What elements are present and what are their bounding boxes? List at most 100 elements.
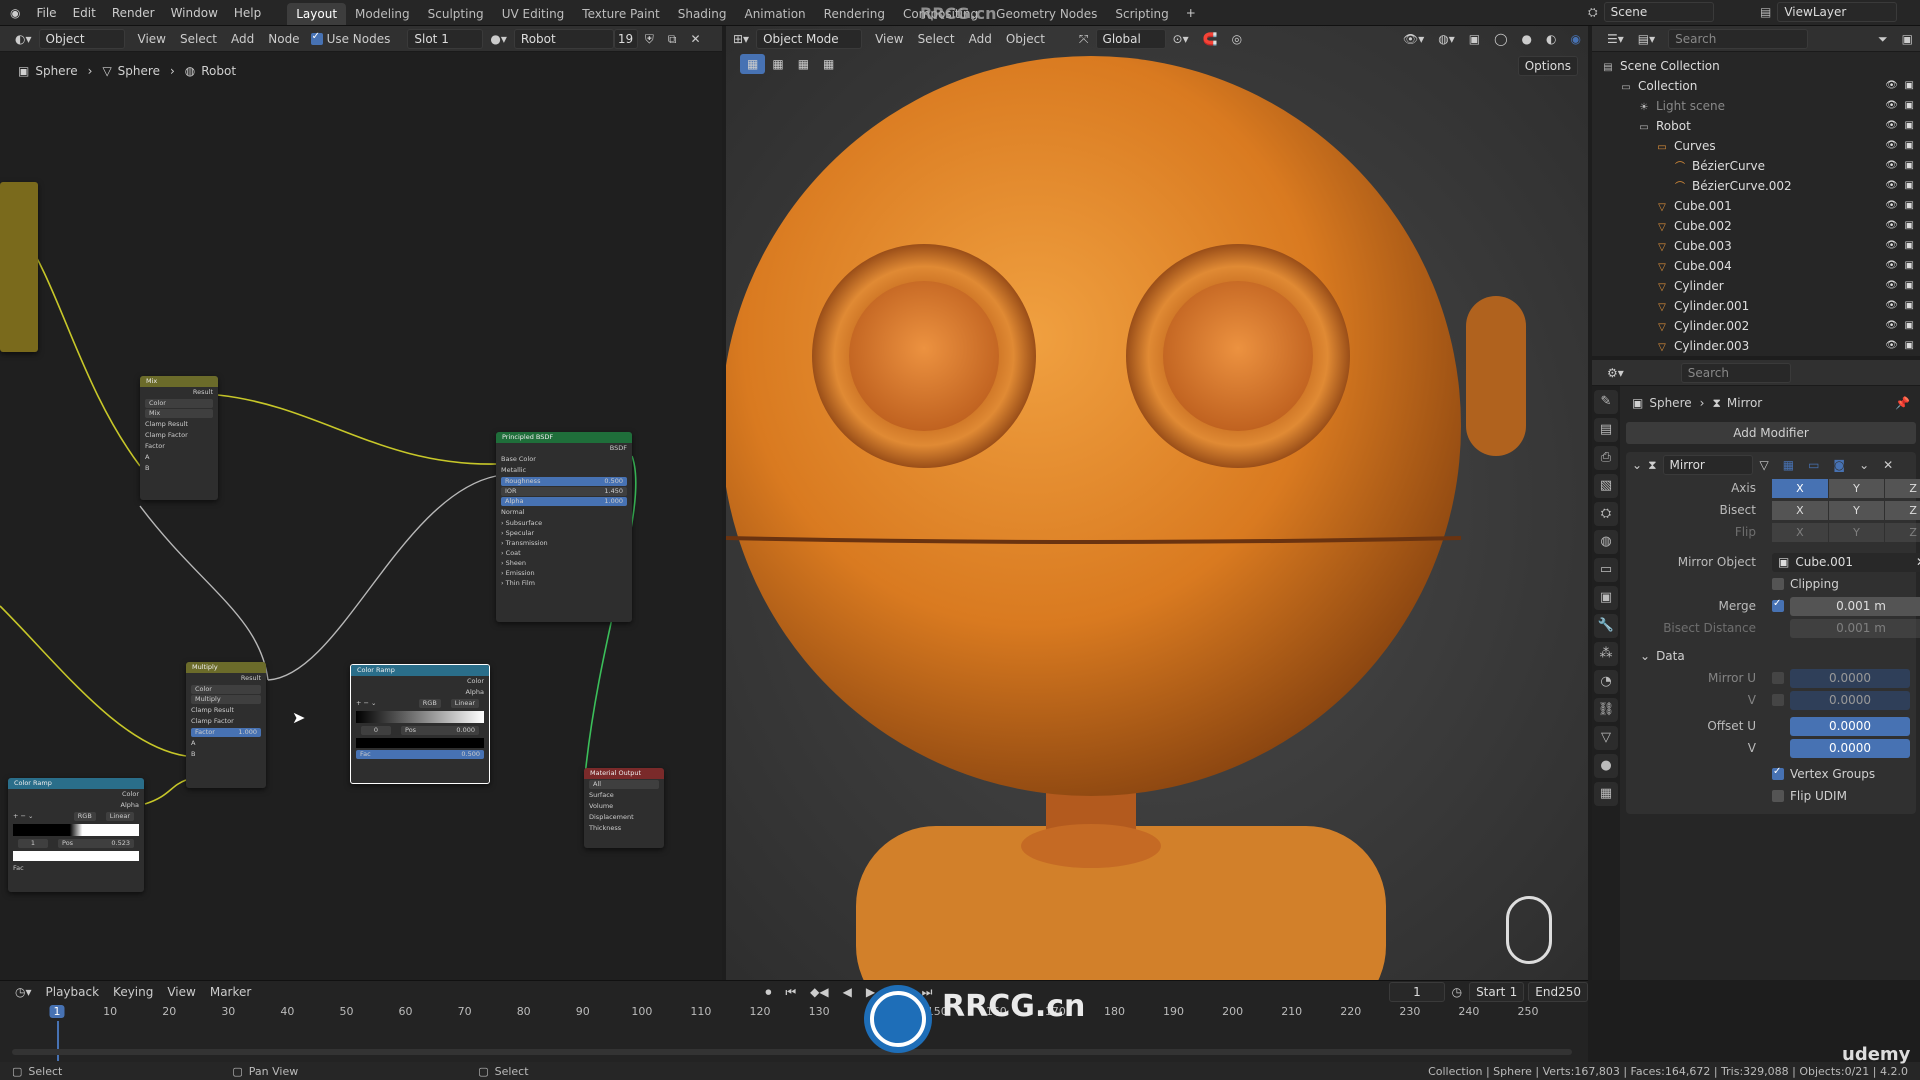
merge-distance-field[interactable]: 0.001 m [1790,597,1920,616]
end-frame-field[interactable]: End 250 [1528,982,1588,1002]
ramp-gradient-bar[interactable] [356,711,484,723]
flip-y-toggle[interactable]: Y [1828,523,1885,542]
add-workspace-icon[interactable]: + [1178,0,1204,26]
render-camera-icon[interactable]: ▣ [1905,336,1914,356]
play-reverse-icon[interactable]: ◀ [836,982,859,1002]
mirror-object-field[interactable]: ▣ Cube.001 ✕ [1772,553,1920,572]
visibility-eye-icon[interactable]: 👁 [1885,336,1898,356]
render-camera-icon[interactable]: ▣ [1905,136,1914,156]
shading-solid-icon[interactable]: ● [1515,29,1539,49]
clear-field-icon[interactable]: ✕ [1916,553,1920,572]
offset-u-field[interactable]: 0.0000 [1790,717,1910,736]
editor-type-icon[interactable]: ◷▾ [8,982,39,1002]
physics-tab-icon[interactable]: ◔ [1594,670,1618,694]
flip-udim-checkbox[interactable] [1772,790,1784,802]
remove-modifier-icon[interactable]: ✕ [1876,455,1900,475]
outliner-row[interactable]: ▽ Cube.003 👁 ▣ [1592,236,1920,256]
scene-tab-icon[interactable]: ⛭ [1594,502,1618,526]
partial-node[interactable] [0,182,38,352]
render-camera-icon[interactable]: ▣ [1905,236,1914,256]
axis-y-toggle[interactable]: Y [1828,479,1885,498]
shading-rendered-icon[interactable]: ◉ [1564,29,1588,49]
viewport-menu-view[interactable]: View [868,29,910,49]
render-camera-icon[interactable]: ▣ [1905,176,1914,196]
menu-render[interactable]: Render [104,0,163,26]
object-mode-dropdown[interactable]: Object Mode [756,29,863,49]
data-tab-icon[interactable]: ▽ [1594,726,1618,750]
select-extend-icon[interactable]: ▦ [765,54,790,74]
auto-key-icon[interactable]: ⏺ [758,982,778,1002]
editor-type-icon[interactable]: ⚙▾ [1600,363,1631,383]
output-tab-icon[interactable]: ⎙ [1594,446,1618,470]
outliner-row[interactable]: ▽ Cube.002 👁 ▣ [1592,216,1920,236]
add-modifier-button[interactable]: Add Modifier [1626,422,1916,444]
outliner-row[interactable]: ⌒ BézierCurve.002 👁 ▣ [1592,176,1920,196]
outliner-row[interactable]: ▭ Robot 👁 ▣ [1592,116,1920,136]
properties-editor[interactable]: ⚙▾ Search ✎ ▤ ⎙ ▧ ⛭ ◍ ▭ ▣ 🔧 ⁂ ◔ ⛓ ▽ ● ▦ … [1592,360,1920,980]
orientation-dropdown[interactable]: Global [1095,29,1166,49]
marker-menu[interactable]: Marker [203,982,258,1002]
menu-window[interactable]: Window [163,0,226,26]
menu-help[interactable]: Help [226,0,269,26]
timeline-scrollbar[interactable] [12,1049,1572,1055]
modifier-name-field[interactable]: Mirror [1662,455,1753,475]
render-camera-icon[interactable]: ▣ [1905,96,1914,116]
new-collection-icon[interactable]: ▣ [1895,29,1920,49]
select-invert-icon[interactable]: ▦ [816,54,841,74]
outliner-row[interactable]: ▭ Curves 👁 ▣ [1592,136,1920,156]
timeline-view-menu[interactable]: View [160,982,202,1002]
visibility-eye-icon[interactable]: 👁 [1885,296,1898,316]
world-tab-icon[interactable]: ◍ [1594,530,1618,554]
bsdf-panel-thin-film[interactable]: › Thin Film [496,578,632,588]
cage-toggle-icon[interactable]: ▦ [1776,455,1801,475]
blender-logo-icon[interactable]: ◉ [0,0,28,26]
ramp2-gradient-bar[interactable] [13,824,139,836]
color-ramp-node[interactable]: Color Ramp Color Alpha + − ⌄ RGB Linear 0 P… [350,664,490,784]
view-layer-selector[interactable]: ▤ ViewLayer [1760,2,1898,22]
ramp-fac-field[interactable]: Fac 0.500 [356,750,484,759]
display-mode-icon[interactable]: ▤▾ [1631,29,1662,49]
tool-tab-icon[interactable]: ✎ [1594,390,1618,414]
multiply-clamp-result[interactable]: Clamp Result [186,705,266,716]
ramp2-pos-field[interactable]: Pos 0.523 [58,839,134,848]
snap-icon[interactable]: 🧲 [1196,29,1225,49]
playback-menu[interactable]: Playback [39,982,107,1002]
edit-mode-toggle-icon[interactable]: ▽ [1753,455,1776,475]
clock-icon[interactable]: ◷ [1445,982,1469,1002]
render-camera-icon[interactable]: ▣ [1905,156,1914,176]
scene-name[interactable]: Scene [1603,2,1714,22]
tab-scripting[interactable]: Scripting [1106,3,1177,25]
mix-clamp-factor[interactable]: Clamp Factor [140,430,218,441]
render-camera-icon[interactable]: ▣ [1905,276,1914,296]
mix-node[interactable]: Mix Result Color Mix Clamp Result Clamp … [140,376,218,500]
modifier-tab-icon[interactable]: 🔧 [1594,614,1618,638]
tab-modeling[interactable]: Modeling [346,3,419,25]
data-subpanel-header[interactable]: ⌄ Data [1626,644,1916,668]
ramp-color-swatch[interactable] [356,738,484,748]
prev-key-icon[interactable]: ◆◀ [803,982,835,1002]
select-subtract-icon[interactable]: ▦ [791,54,816,74]
render-camera-icon[interactable]: ▣ [1905,316,1914,336]
ramp-stop-index[interactable]: 0 [361,726,391,735]
ramp-pos-field[interactable]: Pos 0.000 [401,726,479,735]
bsdf-panel-emission[interactable]: › Emission [496,568,632,578]
ramp-mode[interactable]: RGB [418,699,441,708]
render-toggle-icon[interactable]: ◙ [1826,455,1852,475]
principled-bsdf-node[interactable]: Principled BSDF BSDF Base Color Metallic… [496,432,632,622]
offset-v-field[interactable]: 0.0000 [1790,739,1910,758]
jump-start-icon[interactable]: ⏮ [778,982,803,1002]
ramp2-add-icon[interactable]: + − ⌄ [13,811,33,822]
tab-sculpting[interactable]: Sculpting [419,3,493,25]
multiply-factor-field[interactable]: Factor 1.000 [191,728,261,737]
bsdf-panel-transmission[interactable]: › Transmission [496,538,632,548]
flip-z-toggle[interactable]: Z [1885,523,1920,542]
visibility-eye-icon[interactable]: 👁 [1885,176,1898,196]
bsdf-ior-field[interactable]: IOR 1.450 [501,487,627,496]
output-target-dropdown[interactable]: All [589,780,659,789]
tab-shading[interactable]: Shading [669,3,736,25]
clipping-checkbox[interactable] [1772,578,1784,590]
outliner-row[interactable]: ▽ Cylinder.002 👁 ▣ [1592,316,1920,336]
bsdf-panel-sheen[interactable]: › Sheen [496,558,632,568]
start-frame-field[interactable]: Start 1 [1469,982,1525,1002]
view-layer-name[interactable]: ViewLayer [1777,2,1898,22]
